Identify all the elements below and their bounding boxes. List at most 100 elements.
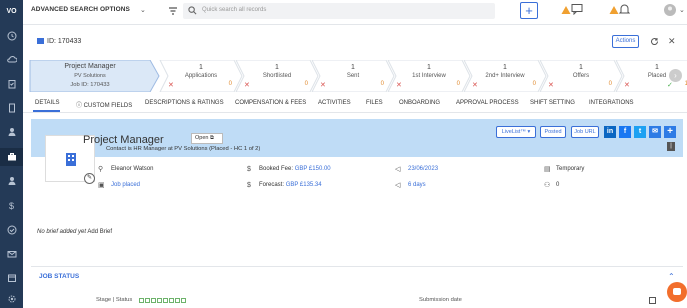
menu-handle-icon[interactable]: ❘	[667, 142, 675, 151]
filter-icon[interactable]	[168, 6, 178, 16]
chat-widget-button[interactable]	[667, 282, 687, 302]
posted-date[interactable]: 23/06/2023	[408, 166, 438, 172]
employment-type-icon: ▤	[544, 166, 551, 173]
job-title: Project Manager	[83, 134, 164, 146]
stage-rejected[interactable]: ✕	[472, 81, 478, 89]
active-tab-indicator	[33, 110, 60, 112]
dollar-icon[interactable]: $	[0, 197, 23, 215]
actions-button[interactable]: Actions	[612, 35, 639, 48]
status-label: Open	[195, 135, 209, 141]
pipeline-stage[interactable]: 1 Shortlisted ✕ 0	[242, 60, 312, 92]
quick-search-input[interactable]: Quick search all records	[183, 3, 495, 19]
forecast-value[interactable]: GBP £135.34	[286, 182, 322, 188]
alert-icon[interactable]	[609, 5, 619, 17]
stage-rejected[interactable]: ✕	[396, 81, 402, 89]
tab-approval-process[interactable]: APPROVAL PROCESS	[456, 100, 519, 106]
stage-rejected[interactable]: ✕	[168, 81, 174, 89]
tab-bar: DETAILS ⓘ CUSTOM FIELDS DESCRIPTIONS & R…	[23, 97, 687, 113]
stage-label: Sent	[346, 73, 360, 79]
edit-logo-button[interactable]: ✎	[84, 173, 95, 184]
facebook-icon[interactable]: f	[619, 126, 631, 138]
posted-button[interactable]: Posted	[540, 126, 566, 138]
sidebar: VO $	[0, 0, 23, 308]
job-type-link[interactable]: Job placed	[111, 182, 140, 188]
chevron-down-icon[interactable]: ⌄	[140, 6, 146, 14]
contact-icon[interactable]	[0, 172, 23, 190]
stage-status-boxes	[139, 298, 187, 305]
linkedin-icon[interactable]: in	[604, 126, 616, 138]
stage-rejected[interactable]: ✕	[548, 81, 554, 89]
tab-onboarding[interactable]: ONBOARDING	[399, 100, 440, 106]
pipeline-bar: Project Manager PV Solutions Job ID: 170…	[23, 60, 687, 92]
stage-label: 2nd+ Interview	[485, 73, 525, 79]
tab-shift-setting[interactable]: SHIFT SETTING	[530, 100, 575, 106]
job-url-button[interactable]: Job URL	[571, 126, 599, 138]
booked-fee-value[interactable]: GBP £150.00	[295, 166, 331, 172]
stage-zero: 0	[304, 81, 308, 87]
briefcase-icon[interactable]	[0, 148, 23, 166]
pipeline-stage[interactable]: 1 1st Interview ✕ 0	[394, 60, 464, 92]
avatar[interactable]	[664, 4, 676, 18]
pipeline-stage[interactable]: 1 2nd+ Interview ✕ 0	[470, 60, 540, 92]
add-brief-link[interactable]: Add Brief	[87, 229, 112, 235]
tab-details[interactable]: DETAILS	[35, 100, 60, 106]
stage-label: 1st Interview	[412, 73, 446, 79]
stage-label: Applications	[184, 73, 218, 79]
mail-icon[interactable]	[0, 245, 23, 263]
calendar-icon[interactable]	[649, 297, 656, 304]
search-placeholder: Quick search all records	[202, 7, 267, 13]
check-circle-icon[interactable]	[0, 221, 23, 239]
stage-rejected[interactable]: ✕	[320, 81, 326, 89]
settings-icon[interactable]	[0, 290, 23, 308]
more-share-icon[interactable]: +	[664, 126, 676, 138]
duration[interactable]: 6 days	[408, 182, 426, 188]
stage-rejected[interactable]: ✕	[244, 81, 250, 89]
bell-icon[interactable]	[618, 3, 631, 17]
cloud-icon[interactable]	[0, 51, 23, 69]
stage-job[interactable]: Project Manager PV Solutions Job ID: 170…	[30, 60, 150, 92]
megaphone-icon: ◁	[395, 166, 401, 173]
app-logo[interactable]: VO	[0, 2, 23, 20]
calendar-icon[interactable]	[0, 269, 23, 287]
owner-icon: ⚲	[98, 166, 104, 173]
collapse-chevron-icon[interactable]: ⌃	[668, 272, 675, 281]
history-icon[interactable]	[0, 27, 23, 45]
warning-icon[interactable]	[561, 5, 571, 17]
livelist-button[interactable]: LiveList™ ▾	[496, 126, 536, 138]
pipeline-stage[interactable]: 1 Offers ✕ 0	[546, 60, 616, 92]
stage-count: 1	[275, 64, 279, 71]
tab-files[interactable]: FILES	[366, 100, 383, 106]
employment-type: Temporary	[556, 166, 585, 172]
booked-fee: Booked Fee: GBP £150.00	[259, 166, 331, 172]
submission-date-label: Submission date	[419, 297, 462, 303]
tab-custom-fields[interactable]: ⓘ CUSTOM FIELDS	[76, 100, 132, 109]
tab-activities[interactable]: ACTIVITIES	[318, 100, 351, 106]
stage-rejected[interactable]: ✕	[624, 81, 630, 89]
email-share-icon[interactable]: ✉	[649, 126, 661, 138]
tab-compensation[interactable]: COMPENSATION & FEES	[235, 100, 306, 106]
chevron-down-icon[interactable]: ⌄	[679, 6, 685, 14]
chat-icon[interactable]	[571, 3, 583, 17]
tab-custom-fields-label: CUSTOM FIELDS	[83, 103, 133, 109]
job-status-title[interactable]: JOB STATUS	[39, 273, 79, 280]
tab-integrations[interactable]: INTEGRATIONS	[589, 100, 634, 106]
clipboard-icon[interactable]	[0, 75, 23, 93]
job-status-badge[interactable]: Open ⧉	[191, 133, 223, 144]
pipeline-stage[interactable]: 1 Applications ✕ 0	[166, 60, 236, 92]
fee-dollar-icon: $	[247, 166, 251, 173]
candidates-icon: ⚇	[544, 182, 551, 189]
document-icon[interactable]	[0, 99, 23, 117]
chat-bubble-icon	[673, 288, 681, 295]
add-button[interactable]: +	[520, 2, 538, 19]
forecast-dollar-icon: $	[247, 182, 251, 189]
refresh-icon[interactable]	[650, 37, 659, 48]
person-icon[interactable]	[0, 123, 23, 141]
stage-count: 1	[199, 64, 203, 71]
close-icon[interactable]: ✕	[668, 36, 676, 47]
contact-line: Contact is HR Manager at PV Solutions (P…	[106, 146, 261, 152]
twitter-icon[interactable]: t	[634, 126, 646, 138]
pipeline-stage[interactable]: 1 Sent ✕ 0	[318, 60, 388, 92]
stage-zero: 0	[380, 81, 384, 87]
search-mode-dropdown[interactable]: ADVANCED SEARCH OPTIONS	[31, 6, 130, 13]
tab-descriptions[interactable]: DESCRIPTIONS & RATINGS	[145, 100, 224, 106]
